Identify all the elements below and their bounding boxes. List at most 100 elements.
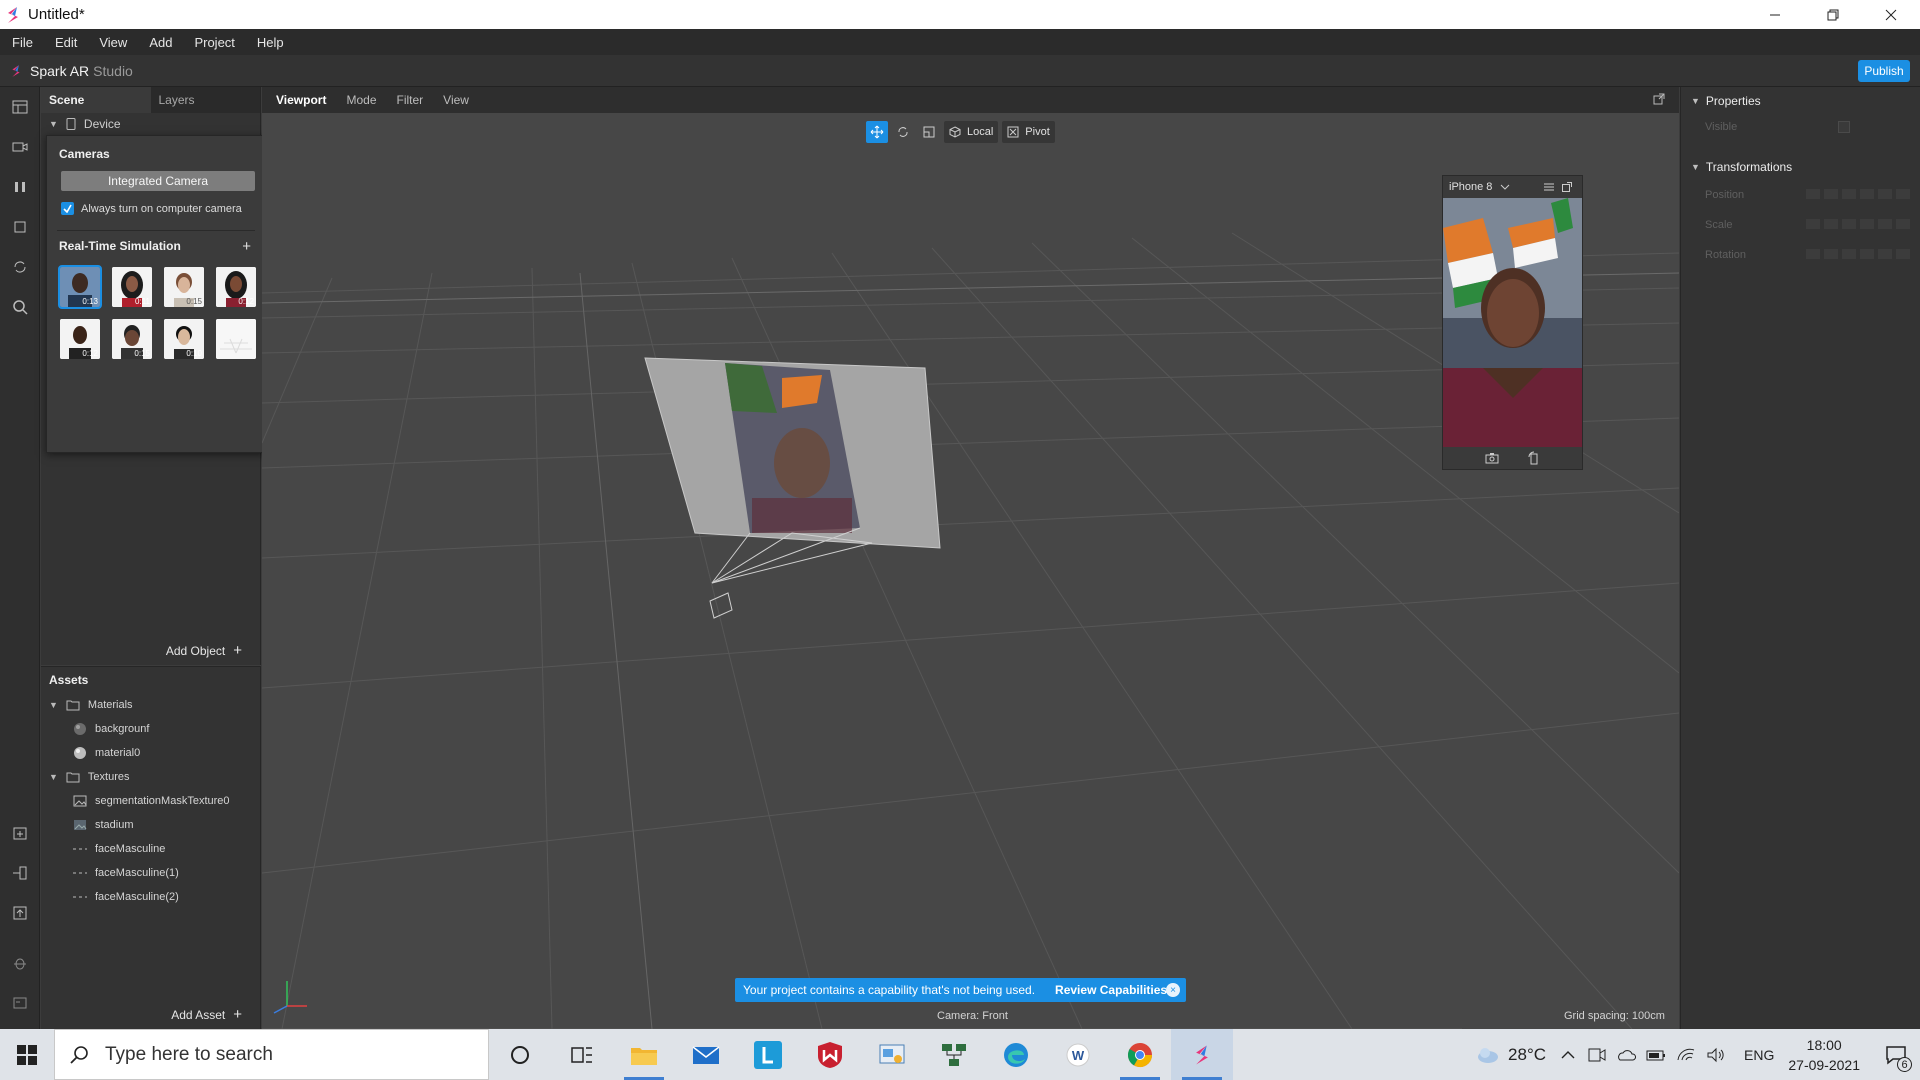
tab-mode[interactable]: Mode [346,93,376,107]
rotation-fields[interactable] [1802,248,1910,262]
chevron-up-icon[interactable] [1560,1050,1576,1060]
review-capabilities-link[interactable]: Review Capabilities [1055,983,1167,997]
console-icon[interactable] [10,993,30,1013]
screenshot-camera-icon[interactable] [1485,452,1499,464]
local-space-button[interactable]: Local [944,121,999,143]
folder-textures[interactable]: ▼ Textures [41,765,260,789]
import-icon[interactable] [10,823,30,843]
close-notification-icon[interactable]: × [1166,983,1180,997]
expand-arrow-icon[interactable]: ▼ [49,700,58,710]
file-explorer-taskbar-item[interactable] [613,1029,675,1080]
tab-scene[interactable]: Scene [41,87,151,113]
add-simulation-icon[interactable]: + [242,238,251,255]
send-to-device-icon[interactable] [10,863,30,883]
onedrive-icon[interactable] [1616,1048,1637,1062]
scene-item-device[interactable]: ▼ Device [41,113,260,135]
word-taskbar-item[interactable]: W [1047,1029,1109,1080]
pop-out-icon[interactable] [1562,182,1573,192]
scale-fields[interactable] [1802,218,1910,232]
position-fields[interactable] [1802,188,1910,202]
taskbar-search-input[interactable]: Type here to search [54,1029,489,1080]
empty-scene-thumbnail[interactable] [216,319,256,359]
battery-icon[interactable] [1646,1048,1666,1062]
stop-icon[interactable] [10,217,30,237]
menu-help[interactable]: Help [257,35,284,50]
rotate-device-icon[interactable] [1527,451,1541,465]
cortana-button[interactable] [489,1029,551,1080]
asset-item[interactable]: segmentationMaskTexture0 [41,789,260,813]
add-object-button[interactable]: Add Object + [166,642,242,659]
l-app-taskbar-item[interactable] [737,1029,799,1080]
folder-materials[interactable]: ▼ Materials [41,693,260,717]
menu-add[interactable]: Add [149,35,172,50]
always-on-checkbox[interactable] [61,202,74,215]
asset-item[interactable]: faceMasculine(1) [41,861,260,885]
asset-item[interactable]: stadium [41,813,260,837]
tab-viewport[interactable]: Viewport [276,93,326,107]
scale-tool-button[interactable] [918,121,940,143]
publish-button[interactable]: Publish [1858,60,1910,82]
upload-icon[interactable] [10,903,30,923]
expand-arrow-icon[interactable]: ▼ [1691,96,1700,106]
always-on-camera-option[interactable]: Always turn on computer camera [61,202,242,215]
tab-filter[interactable]: Filter [397,93,424,107]
language-indicator[interactable]: ENG [1744,1047,1774,1063]
simulation-thumbnail[interactable]: 0:13 [58,265,102,309]
chevron-down-icon[interactable] [1500,183,1510,191]
pop-out-icon[interactable] [1653,93,1665,105]
properties-section[interactable]: ▼ Properties [1681,87,1920,115]
refresh-icon[interactable] [10,257,30,277]
mcafee-taskbar-item[interactable] [799,1029,861,1080]
pause-icon[interactable] [10,177,30,197]
asset-item[interactable]: faceMasculine(2) [41,885,260,909]
spark-ar-taskbar-item[interactable] [1171,1029,1233,1080]
start-button[interactable] [0,1029,54,1080]
move-tool-button[interactable] [866,121,888,143]
device-select[interactable]: iPhone 8 [1449,181,1492,193]
expand-arrow-icon[interactable]: ▼ [1691,162,1700,172]
taskbar-clock[interactable]: 18:00 27-09-2021 [1788,1035,1860,1075]
scene-layout-icon[interactable] [10,97,30,117]
asset-item[interactable]: faceMasculine [41,837,260,861]
transformations-section[interactable]: ▼ Transformations [1681,151,1920,183]
weather-cloud-icon[interactable] [1476,1045,1502,1065]
pivot-button[interactable]: Pivot [1002,121,1055,143]
visible-checkbox[interactable] [1838,121,1850,133]
search-icon[interactable] [10,297,30,317]
menu-view[interactable]: View [99,35,127,50]
volume-icon[interactable] [1706,1047,1726,1063]
restore-button[interactable] [1804,0,1862,29]
asset-item[interactable]: backgrounf [41,717,260,741]
simulation-thumbnail[interactable]: 0:15 [164,267,204,307]
tab-view[interactable]: View [443,93,469,107]
control-panel-taskbar-item[interactable] [861,1029,923,1080]
expand-arrow-icon[interactable]: ▼ [49,772,58,782]
mail-taskbar-item[interactable] [675,1029,737,1080]
simulation-thumbnail[interactable]: 0:11 [112,267,152,307]
wifi-icon[interactable] [1676,1047,1696,1063]
rotate-tool-button[interactable] [892,121,914,143]
menu-project[interactable]: Project [194,35,234,50]
temperature[interactable]: 28°C [1508,1045,1546,1065]
menu-icon[interactable] [1544,182,1555,192]
task-view-button[interactable] [551,1029,613,1080]
add-asset-button[interactable]: Add Asset + [171,1006,242,1023]
tab-layers[interactable]: Layers [151,87,261,113]
action-center-button[interactable]: 6 [1876,1029,1916,1080]
camera-icon[interactable] [10,137,30,157]
edge-taskbar-item[interactable] [985,1029,1047,1080]
integrated-camera-button[interactable]: Integrated Camera [61,171,255,191]
simulation-thumbnail[interactable]: 0:10 [164,319,204,359]
chrome-taskbar-item[interactable] [1109,1029,1171,1080]
expand-arrow-icon[interactable]: ▼ [49,119,58,129]
asset-item[interactable]: material0 [41,741,260,765]
close-window-button[interactable] [1862,0,1920,29]
simulation-thumbnail[interactable]: 0:15 [112,319,152,359]
simulation-thumbnail[interactable]: 0:12 [60,319,100,359]
menu-edit[interactable]: Edit [55,35,77,50]
network-app-taskbar-item[interactable] [923,1029,985,1080]
menu-file[interactable]: File [12,35,33,50]
meet-now-icon[interactable] [1588,1047,1606,1063]
simulation-thumbnail[interactable]: 0:12 [216,267,256,307]
minimize-button[interactable] [1746,0,1804,29]
